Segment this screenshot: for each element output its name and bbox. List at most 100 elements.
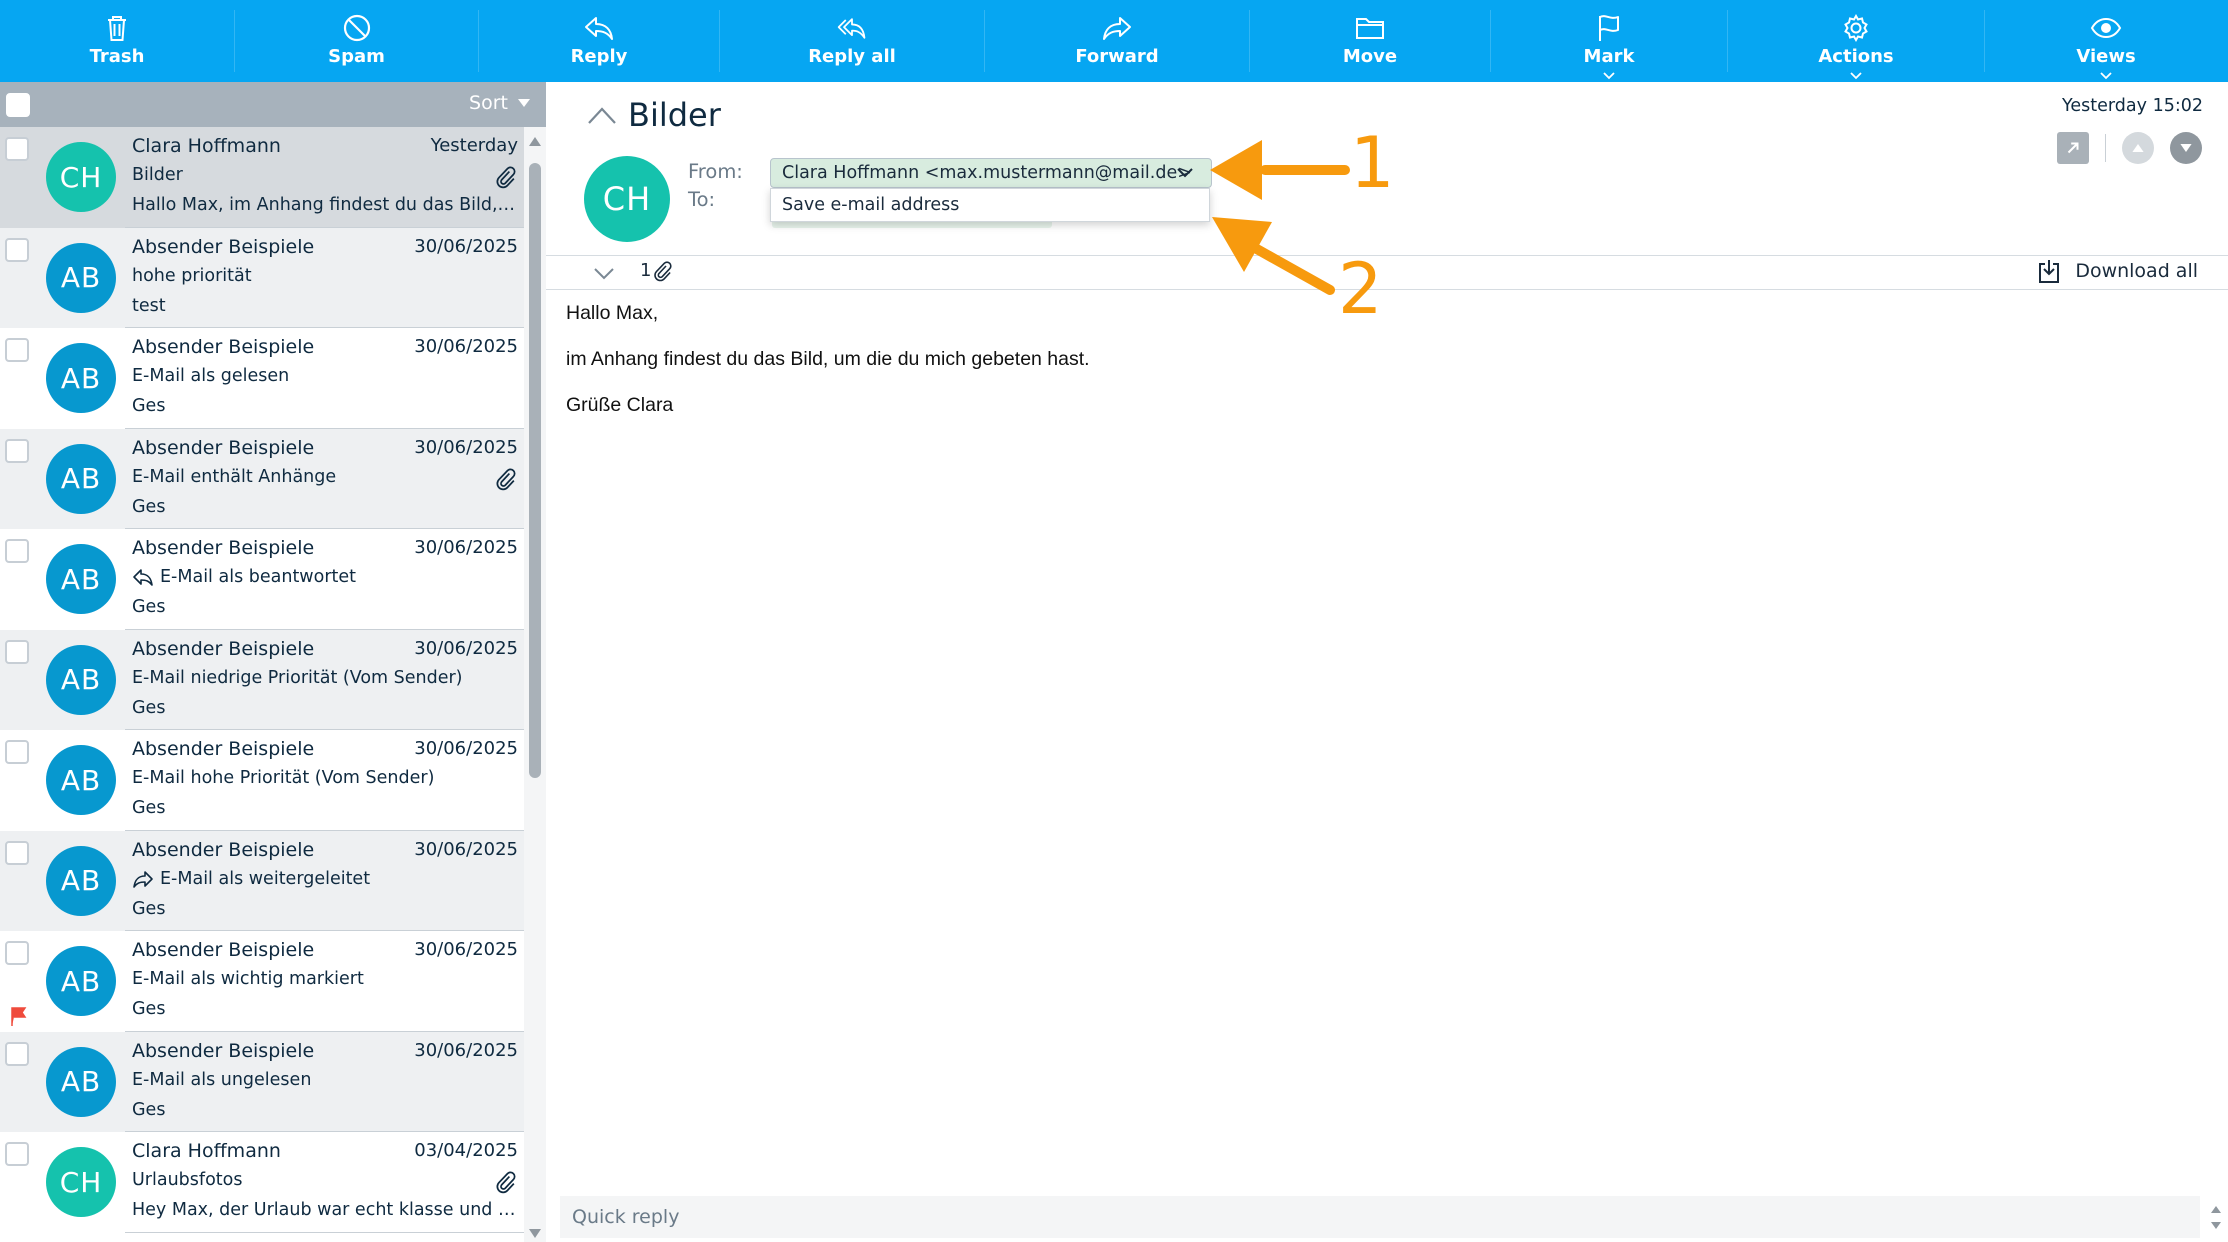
scroll-up-icon[interactable] xyxy=(529,137,541,146)
next-mail-button[interactable] xyxy=(2170,132,2202,164)
mark-label: Mark xyxy=(1583,46,1635,67)
message-item[interactable]: AB Absender Beispiele 30/06/2025 E-Mail … xyxy=(0,730,524,831)
mail-body-signature: Grüße Clara xyxy=(566,394,674,416)
message-checkbox[interactable] xyxy=(5,840,29,865)
message-item[interactable]: AB Absender Beispiele 30/06/2025 E-Mail … xyxy=(0,931,524,1032)
select-all-checkbox[interactable] xyxy=(6,93,30,117)
mail-date: Yesterday 15:02 xyxy=(2062,96,2203,116)
views-button[interactable]: Views xyxy=(1985,0,2227,82)
scroll-down-icon[interactable] xyxy=(529,1229,541,1238)
message-subject: E-Mail als ungelesen xyxy=(132,1070,311,1090)
message-sender: Absender Beispiele xyxy=(132,235,315,258)
message-date: 30/06/2025 xyxy=(414,336,518,357)
attachment-divider xyxy=(546,289,2228,290)
sort-button[interactable]: Sort xyxy=(469,92,530,114)
trash-button[interactable]: Trash xyxy=(0,0,234,82)
reply-label: Reply xyxy=(570,46,628,67)
message-subject-text: Bilder xyxy=(132,165,183,185)
actions-button[interactable]: Actions xyxy=(1728,0,1984,82)
message-sender: Absender Beispiele xyxy=(132,1039,315,1062)
header-divider xyxy=(546,255,2228,256)
open-in-window-button[interactable] xyxy=(2057,132,2089,164)
message-date: 30/06/2025 xyxy=(414,537,518,558)
list-scrollbar[interactable] xyxy=(524,127,546,1242)
message-subject: E-Mail niedrige Priorität (Vom Sender) xyxy=(132,668,463,688)
avatar-initials: CH xyxy=(59,1165,103,1199)
spam-button[interactable]: Spam xyxy=(235,0,478,82)
message-preview: Ges xyxy=(132,1099,166,1120)
message-item[interactable]: AB Absender Beispiele 30/06/2025 E-Mail … xyxy=(0,428,524,529)
message-item[interactable]: AB Absender Beispiele 30/06/2025 hohe pr… xyxy=(0,227,524,328)
message-checkbox[interactable] xyxy=(5,438,29,463)
scrollbar-thumb[interactable] xyxy=(529,163,541,778)
forward-button[interactable]: Forward xyxy=(985,0,1249,82)
chevron-down-icon[interactable] xyxy=(592,266,616,282)
message-item[interactable]: AB Absender Beispiele 30/06/2025 E-Mail … xyxy=(0,830,524,931)
message-checkbox[interactable] xyxy=(5,941,29,965)
external-link-icon xyxy=(2067,142,2079,154)
reply-button[interactable]: Reply xyxy=(479,0,719,82)
message-sender: Absender Beispiele xyxy=(132,537,315,559)
spam-label: Spam xyxy=(328,46,385,67)
mail-body-greeting: Hallo Max, xyxy=(566,302,659,324)
message-item[interactable]: AB Absender Beispiele 30/06/2025 E-Mail … xyxy=(0,328,524,429)
avatar-initials: AB xyxy=(60,562,102,596)
previous-mail-button[interactable] xyxy=(2122,132,2154,164)
message-sender: Absender Beispiele xyxy=(132,738,315,760)
quick-reply-scroll-icon[interactable] xyxy=(2208,1200,2224,1236)
list-header: Sort xyxy=(0,82,546,127)
message-preview: Ges xyxy=(132,999,166,1019)
message-item[interactable]: CH Clara Hoffmann Yesterday Bilder Hallo… xyxy=(0,127,524,228)
download-all-button[interactable]: Download all xyxy=(2037,258,2198,284)
chevron-down-icon xyxy=(1177,168,1193,178)
mark-button[interactable]: Mark xyxy=(1491,0,1727,82)
chevron-down-icon xyxy=(2100,72,2112,80)
message-checkbox[interactable] xyxy=(5,338,29,362)
quick-reply-input[interactable]: Quick reply xyxy=(560,1196,2200,1238)
from-address-chip[interactable]: Clara Hoffmann <max.mustermann@mail.de> xyxy=(770,158,1212,188)
message-checkbox[interactable] xyxy=(5,1142,29,1166)
message-checkbox[interactable] xyxy=(5,237,29,262)
reply-all-button[interactable]: Reply all xyxy=(720,0,984,82)
sort-label: Sort xyxy=(469,92,508,114)
avatar: AB xyxy=(46,242,116,313)
eye-icon xyxy=(2088,12,2124,44)
message-subject-text: E-Mail als wichtig markiert xyxy=(132,969,364,989)
message-date: 30/06/2025 xyxy=(414,738,518,759)
to-label: To: xyxy=(688,188,716,211)
message-preview: Hey Max, der Urlaub war echt klasse und … xyxy=(132,1200,517,1220)
message-sender: Absender Beispiele xyxy=(132,838,315,861)
download-all-label: Download all xyxy=(2075,260,2198,282)
flag-icon xyxy=(11,1007,27,1026)
message-date: 30/06/2025 xyxy=(414,939,518,960)
folder-icon xyxy=(1352,12,1388,44)
message-checkbox[interactable] xyxy=(5,740,29,764)
move-button[interactable]: Move xyxy=(1250,0,1490,82)
message-checkbox[interactable] xyxy=(5,539,29,563)
message-subject-text: E-Mail als weitergeleitet xyxy=(160,868,371,889)
message-sender: Absender Beispiele xyxy=(132,637,315,660)
message-item[interactable]: AB Absender Beispiele 30/06/2025 E-Mail … xyxy=(0,529,524,630)
message-date: 30/06/2025 xyxy=(414,637,518,659)
chevron-up-icon[interactable] xyxy=(586,104,618,126)
message-checkbox[interactable] xyxy=(5,137,29,161)
message-subject: Bilder xyxy=(132,165,183,185)
reply-icon xyxy=(133,569,153,586)
message-subject-text: E-Mail als beantwortet xyxy=(160,567,357,587)
avatar: AB xyxy=(46,1046,116,1117)
message-item[interactable]: AB Absender Beispiele 30/06/2025 E-Mail … xyxy=(0,629,524,730)
save-email-address-option[interactable]: Save e-mail address xyxy=(770,188,1210,222)
message-subject: Urlaubsfotos xyxy=(132,1170,242,1190)
message-item[interactable]: CH Clara Hoffmann 03/04/2025 Urlaubsfoto… xyxy=(0,1132,524,1233)
separator xyxy=(2105,134,2106,162)
message-date: 03/04/2025 xyxy=(414,1140,518,1161)
message-subject: E-Mail enthält Anhänge xyxy=(132,467,336,487)
message-checkbox[interactable] xyxy=(5,639,29,664)
avatar: AB xyxy=(46,443,116,514)
sender-avatar: CH xyxy=(584,156,670,242)
message-checkbox[interactable] xyxy=(5,1041,29,1066)
message-subject: hohe priorität xyxy=(132,266,252,286)
reply-all-icon xyxy=(834,12,870,44)
message-item[interactable]: AB Absender Beispiele 30/06/2025 E-Mail … xyxy=(0,1031,524,1132)
attachment-count: 1 xyxy=(640,260,652,281)
